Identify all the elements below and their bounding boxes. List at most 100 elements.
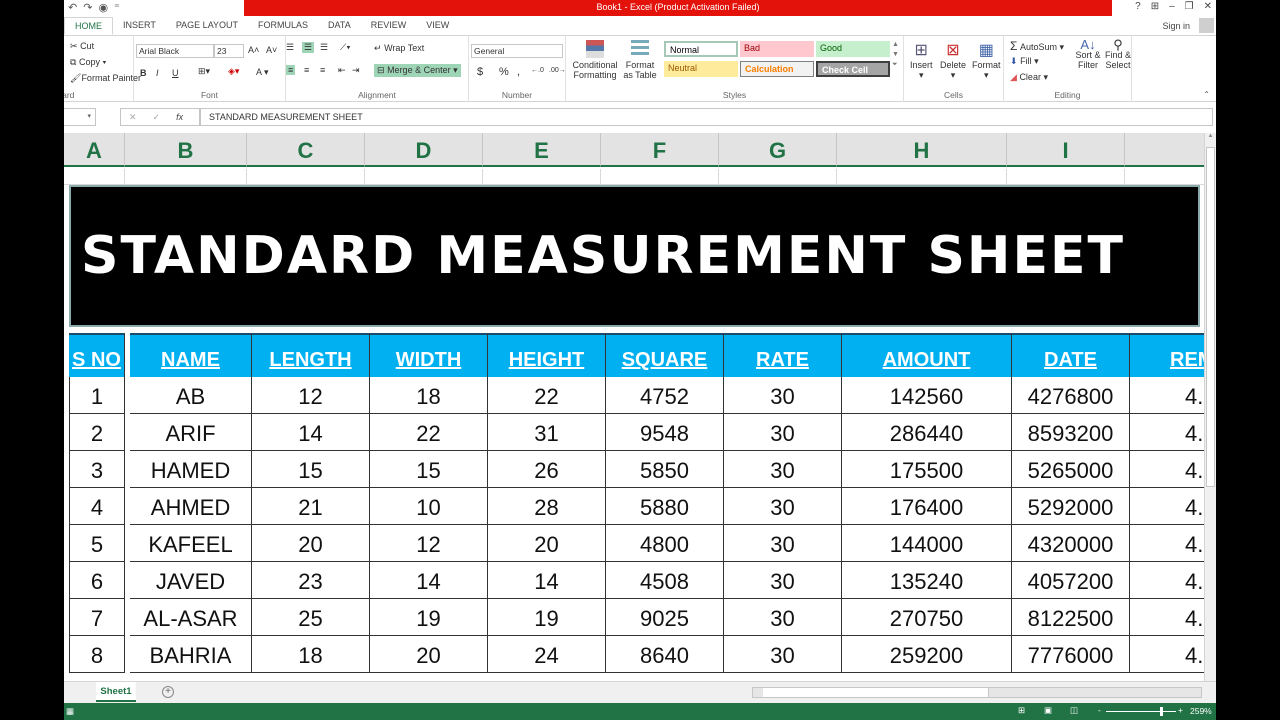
currency-button[interactable]: $ [477,66,483,78]
table-cell[interactable]: 4057200 [1012,562,1130,599]
grow-font-button[interactable]: A˄ [248,45,259,55]
style-good[interactable]: Good [816,41,890,57]
close-icon[interactable]: ✕ [1204,1,1212,12]
table-cell[interactable]: 5292000 [1012,488,1130,525]
column-header-c[interactable]: C [247,133,365,167]
table-cell[interactable]: 10 [370,488,488,525]
table-cell[interactable]: AHMED [130,488,252,525]
table-cell[interactable]: 4 [69,488,125,525]
table-cell[interactable]: 4276800 [1012,377,1130,414]
table-cell[interactable]: 6 [69,562,125,599]
sign-in-link[interactable]: Sign in [1162,21,1190,31]
name-box-dropdown-icon[interactable]: ▾ [87,112,91,120]
scroll-up-icon[interactable]: ▲ [1205,133,1216,139]
font-name-select[interactable]: Arial Black [136,44,214,58]
style-check-cell[interactable]: Check Cell [816,61,890,77]
grid-cell[interactable] [719,169,837,185]
tab-data[interactable]: DATA [318,17,361,35]
table-cell[interactable]: 9548 [606,414,724,451]
table-cell[interactable]: 176400 [842,488,1012,525]
grid-cell[interactable] [483,169,601,185]
table-cell[interactable]: 30 [724,488,842,525]
decrease-decimal-button[interactable]: .00→ [549,67,566,74]
table-cell[interactable]: JAVED [130,562,252,599]
table-header-s-no[interactable]: S NO [69,333,125,377]
zoom-in-button[interactable]: + [1178,705,1183,715]
delete-cells-button[interactable]: ⊠ Delete ▾ [940,40,966,81]
conditional-formatting-button[interactable]: Conditional Formatting [572,40,618,80]
add-sheet-icon[interactable]: + [162,686,174,698]
align-center-icon[interactable]: ≡ [304,65,309,75]
minimize-icon[interactable]: – [1169,1,1175,12]
tab-insert[interactable]: INSERT [113,17,166,35]
table-cell[interactable]: 144000 [842,525,1012,562]
table-cell[interactable]: 22 [488,377,606,414]
table-cell[interactable]: 14 [252,414,370,451]
table-cell[interactable]: 30 [724,636,842,673]
table-cell[interactable]: 1 [69,377,125,414]
wrap-text-button[interactable]: ↵ Wrap Text [374,43,424,54]
tab-formulas[interactable]: FORMULAS [248,17,318,35]
column-header-e[interactable]: E [483,133,601,167]
style-normal[interactable]: Normal [664,41,738,57]
table-cell[interactable]: 9025 [606,599,724,636]
column-header-f[interactable]: F [601,133,719,167]
table-cell[interactable]: 30 [724,525,842,562]
clear-button[interactable]: ◢ Clear ▾ [1010,72,1048,83]
table-cell[interactable]: 259200 [842,636,1012,673]
page-layout-view-icon[interactable]: ▣ [1044,705,1052,716]
copy-button[interactable]: ⧉ Copy ▾ [70,57,106,68]
table-cell[interactable]: 28 [488,488,606,525]
vertical-scroll-thumb[interactable] [1206,147,1215,487]
percent-button[interactable]: % [499,66,509,78]
normal-view-icon[interactable]: ⊞ [1018,705,1025,716]
table-cell[interactable]: BAHRIA [130,636,252,673]
table-cell[interactable]: 30 [724,562,842,599]
help-icon[interactable]: ? [1135,1,1141,12]
table-cell[interactable]: 18 [370,377,488,414]
horizontal-scrollbar[interactable] [752,687,1202,698]
column-header-g[interactable]: G [719,133,837,167]
vertical-scrollbar[interactable]: ▲ [1204,133,1216,681]
avatar-icon[interactable] [1199,18,1214,33]
collapse-ribbon-icon[interactable]: ⌃ [1203,90,1210,99]
table-header-rem[interactable]: REM [1130,333,1204,377]
table-cell[interactable]: 4. [1130,488,1204,525]
table-header-height[interactable]: HEIGHT [488,333,606,377]
table-cell[interactable]: 4. [1130,525,1204,562]
find-select-button[interactable]: ⚲ Find & Select [1104,38,1132,70]
table-cell[interactable]: KAFEEL [130,525,252,562]
align-right-icon[interactable]: ≡ [320,65,325,75]
table-cell[interactable]: 7 [69,599,125,636]
table-header-square[interactable]: SQUARE [606,333,724,377]
table-cell[interactable]: 142560 [842,377,1012,414]
table-cell[interactable]: 12 [370,525,488,562]
format-as-table-button[interactable]: Format as Table [620,40,660,80]
table-cell[interactable]: 5 [69,525,125,562]
column-header-b[interactable]: B [125,133,247,167]
font-size-select[interactable]: 23 [214,44,244,58]
grid-cell[interactable] [837,169,1007,185]
table-cell[interactable]: 30 [724,377,842,414]
cancel-icon[interactable]: ✕ [129,112,137,122]
customize-qat-icon[interactable]: ⁼ [114,1,120,14]
table-cell[interactable]: 135240 [842,562,1012,599]
tab-page-layout[interactable]: PAGE LAYOUT [166,17,248,35]
column-header-i[interactable]: I [1007,133,1125,167]
table-cell[interactable]: 8640 [606,636,724,673]
horizontal-scroll-thumb[interactable] [763,688,989,697]
style-calculation[interactable]: Calculation [740,61,814,77]
grid-cell[interactable] [125,169,247,185]
undo-icon[interactable]: ↶ [68,1,77,14]
grid-cell[interactable] [64,169,125,185]
table-cell[interactable]: 14 [488,562,606,599]
table-cell[interactable]: 4508 [606,562,724,599]
table-cell[interactable]: 31 [488,414,606,451]
column-header-d[interactable]: D [365,133,483,167]
align-left-icon[interactable]: ≡ [286,65,296,75]
style-bad[interactable]: Bad [740,41,814,57]
table-cell[interactable]: 22 [370,414,488,451]
column-header-a[interactable]: A [64,133,125,167]
column-header-next[interactable] [1125,133,1204,167]
grid-cell[interactable] [247,169,365,185]
